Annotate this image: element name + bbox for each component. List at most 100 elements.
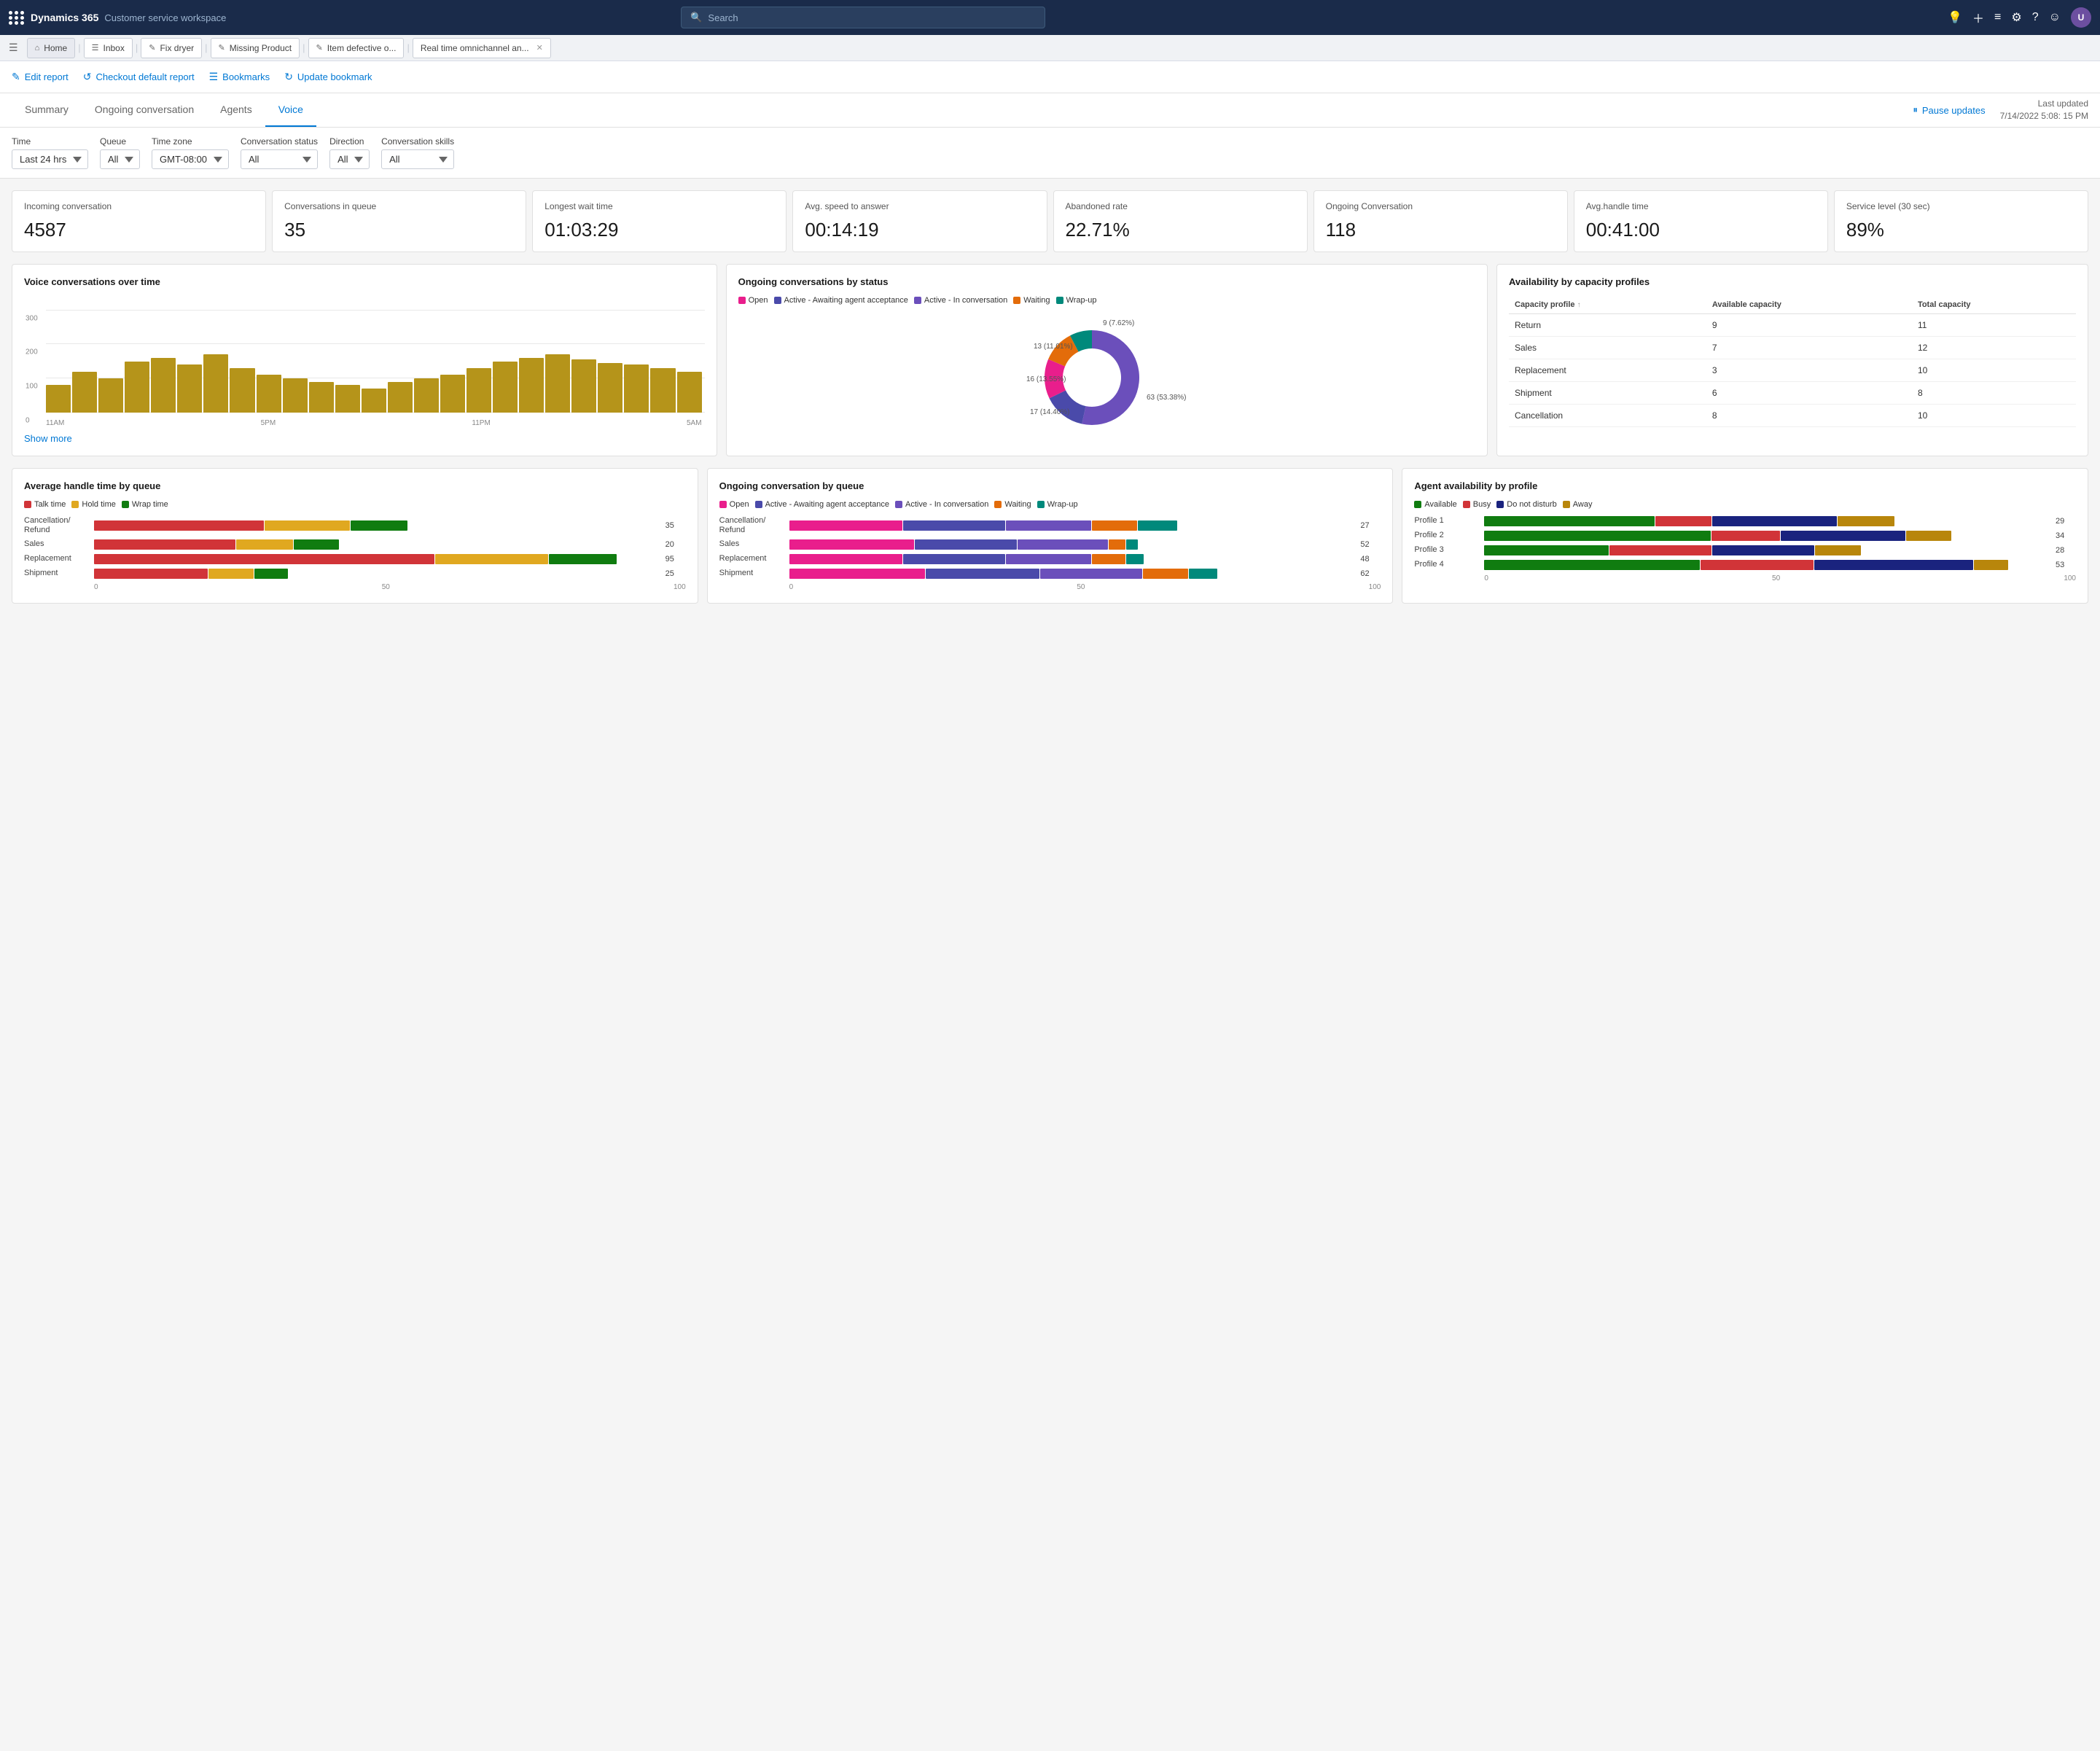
tabs-navigation: ☰ ⌂ Home | ☰ Inbox | ✎ Fix dryer | ✎ Mis… xyxy=(0,35,2100,61)
bookmarks-button[interactable]: ☰ Bookmarks xyxy=(209,71,270,83)
tab-home[interactable]: ⌂ Home xyxy=(27,38,76,58)
kpi-label: Longest wait time xyxy=(544,201,774,213)
legend-item: Wrap-up xyxy=(1056,296,1097,305)
legend-item: Open xyxy=(719,500,749,509)
show-more-button[interactable]: Show more xyxy=(24,433,72,444)
conversation-skills-filter: Conversation skills All xyxy=(381,136,454,169)
x-labels: 11AM5PM11PM5AM xyxy=(46,419,702,427)
action-bar: ✎ Edit report ↺ Checkout default report … xyxy=(0,61,2100,93)
tab-agents[interactable]: Agents xyxy=(207,93,265,127)
charts-row-2: Average handle time by queue Talk time H… xyxy=(12,468,2088,604)
main-content: Incoming conversation 4587Conversations … xyxy=(0,179,2100,627)
update-bookmark-button[interactable]: ↻ Update bookmark xyxy=(284,71,372,83)
kpi-value: 00:14:19 xyxy=(805,219,1034,241)
queue-seg xyxy=(1040,569,1142,579)
search-bar[interactable]: 🔍 xyxy=(681,7,1045,28)
bar xyxy=(677,372,702,413)
direction-filter-select[interactable]: All xyxy=(329,149,370,169)
legend-item: Busy xyxy=(1463,500,1491,509)
pause-updates-button[interactable]: ⏸ Pause updates xyxy=(1913,104,1985,116)
avg-handle-legend: Talk time Hold time Wrap time xyxy=(24,500,686,509)
wrap-seg xyxy=(294,539,339,550)
tab-ongoing-conversation[interactable]: Ongoing conversation xyxy=(82,93,207,127)
settings-icon[interactable]: ⚙ xyxy=(2011,10,2021,25)
tab-fix-dryer[interactable]: ✎ Fix dryer xyxy=(141,38,202,58)
cell-available: 8 xyxy=(1706,404,1912,426)
donut-chart: 9 (7.62%)13 (11.01%)16 (13.55%)17 (14.40… xyxy=(738,312,1475,443)
legend-label: Active - Awaiting agent acceptance xyxy=(784,296,908,305)
bookmark-icon: ☰ xyxy=(209,71,219,83)
tab-inbox[interactable]: ☰ Inbox xyxy=(84,38,133,58)
profile-seg xyxy=(1701,560,1814,570)
donut-svg: 9 (7.62%)13 (11.01%)16 (13.55%)17 (14.40… xyxy=(1026,312,1187,443)
waffle-icon[interactable] xyxy=(9,11,25,25)
legend-color xyxy=(1563,501,1570,508)
ongoing-queue-chart: Cancellation/ Refund 27 Sales 52 Replace… xyxy=(719,516,1381,591)
profile-seg xyxy=(1484,560,1700,570)
table-row: Shipment 6 8 xyxy=(1509,381,2076,404)
hbar-value: 27 xyxy=(1360,521,1381,530)
help-icon[interactable]: ? xyxy=(2032,11,2039,24)
queue-seg xyxy=(903,554,1005,564)
ongoing-queue-legend: Open Active - Awaiting agent acceptance … xyxy=(719,500,1381,509)
hbar-row: Profile 2 34 xyxy=(1414,531,2076,541)
tab-close-icon[interactable]: ✕ xyxy=(536,43,543,52)
queue-seg xyxy=(1092,520,1137,531)
conversation-status-select[interactable]: All xyxy=(241,149,318,169)
hbar-bars xyxy=(94,539,661,550)
availability-by-capacity-card: Availability by capacity profiles Capaci… xyxy=(1496,264,2088,456)
axis-label: 100 xyxy=(1369,583,1381,591)
checkout-default-label: Checkout default report xyxy=(95,71,194,82)
search-icon: 🔍 xyxy=(690,12,702,23)
refresh-icon: ↺ xyxy=(83,71,92,83)
smiley-icon[interactable]: ☺ xyxy=(2049,11,2061,24)
legend-color xyxy=(719,501,727,508)
search-input[interactable] xyxy=(708,12,1036,23)
bar xyxy=(309,382,334,413)
hbar-label: Profile 2 xyxy=(1414,531,1480,540)
queue-seg xyxy=(1126,554,1143,564)
capacity-table-scroll[interactable]: Capacity profile ↑ Available capacity To… xyxy=(1509,296,2076,427)
ongoing-by-status-card: Ongoing conversations by status Open Act… xyxy=(726,264,1488,456)
tab-missing-product[interactable]: ✎ Missing Product xyxy=(211,38,300,58)
bar xyxy=(414,378,439,413)
time-filter-select[interactable]: Last 24 hrs xyxy=(12,149,88,169)
legend-label: Active - Awaiting agent acceptance xyxy=(765,500,889,509)
kpi-value: 22.71% xyxy=(1066,219,1295,241)
legend-label: Hold time xyxy=(82,500,115,509)
hbar-row: Profile 3 28 xyxy=(1414,545,2076,555)
hbar-value: 62 xyxy=(1360,569,1381,578)
edit-report-button[interactable]: ✎ Edit report xyxy=(12,71,69,83)
conversation-skills-select[interactable]: All xyxy=(381,149,454,169)
queue-seg xyxy=(1189,569,1217,579)
legend-label: Waiting xyxy=(1023,296,1050,305)
tab-realtime[interactable]: Real time omnichannel an... ✕ xyxy=(413,38,551,58)
donut-label: 13 (11.01%) xyxy=(1034,343,1073,351)
profile-seg xyxy=(1711,531,1779,541)
avatar[interactable]: U xyxy=(2071,7,2091,28)
voice-over-time-chart: 010020030011AM5PM11PM5AM xyxy=(24,296,705,427)
tab-voice[interactable]: Voice xyxy=(265,93,316,127)
menu-icon[interactable]: ≡ xyxy=(1994,11,2001,24)
capacity-table: Capacity profile ↑ Available capacity To… xyxy=(1509,296,2076,427)
timezone-filter-select[interactable]: GMT-08:00 xyxy=(152,149,229,169)
legend-label: Busy xyxy=(1473,500,1491,509)
legend-label: Active - In conversation xyxy=(905,500,988,509)
lightbulb-icon[interactable]: 💡 xyxy=(1948,10,1962,25)
checkout-default-button[interactable]: ↺ Checkout default report xyxy=(83,71,195,83)
add-icon[interactable]: ＋ xyxy=(1972,9,1984,26)
hbar-value: 34 xyxy=(2056,531,2076,540)
bar xyxy=(98,378,123,413)
legend-item: Hold time xyxy=(71,500,115,509)
queue-seg xyxy=(1018,539,1108,550)
legend-item: Open xyxy=(738,296,768,305)
tab-summary[interactable]: Summary xyxy=(12,93,82,127)
agent-avail-legend: Available Busy Do not disturb Away xyxy=(1414,500,2076,509)
hamburger-icon[interactable]: ☰ xyxy=(6,39,21,57)
bar xyxy=(624,364,649,412)
donut-label: 63 (53.38%) xyxy=(1147,394,1186,402)
queue-filter-select[interactable]: All xyxy=(100,149,140,169)
hbar-label: Shipment xyxy=(24,569,90,578)
tab-item-defective[interactable]: ✎ Item defective o... xyxy=(308,38,405,58)
queue-filter-label: Queue xyxy=(100,136,140,147)
